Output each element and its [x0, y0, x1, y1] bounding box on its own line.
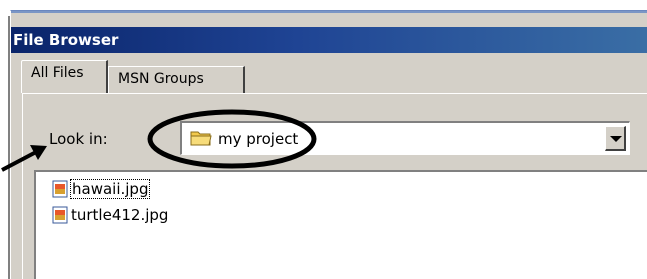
folder-icon	[190, 131, 212, 146]
look-in-label: Look in:	[49, 130, 108, 148]
file-item-turtle412[interactable]: turtle412.jpg	[52, 204, 168, 226]
image-file-icon	[52, 206, 68, 224]
tab-label: MSN Groups	[118, 71, 204, 87]
file-item-hawaii[interactable]: hawaii.jpg	[52, 178, 151, 200]
file-name: hawaii.jpg	[69, 179, 151, 199]
tab-label: All Files	[31, 65, 84, 81]
tab-all-files[interactable]: All Files	[21, 60, 108, 93]
window-title: File Browser	[13, 31, 119, 49]
tab-msn-groups[interactable]: MSN Groups	[108, 66, 245, 93]
window-left-border	[8, 16, 10, 279]
image-file-icon	[52, 180, 68, 198]
file-list[interactable]: hawaii.jpg turtle412.jpg	[34, 170, 647, 279]
title-bar[interactable]: File Browser	[11, 27, 647, 53]
look-in-value: my project	[218, 130, 299, 148]
dropdown-arrow-button[interactable]	[605, 126, 626, 151]
look-in-dropdown[interactable]: my project	[180, 121, 630, 155]
file-name: turtle412.jpg	[71, 206, 169, 224]
window-top-frame	[11, 11, 647, 27]
